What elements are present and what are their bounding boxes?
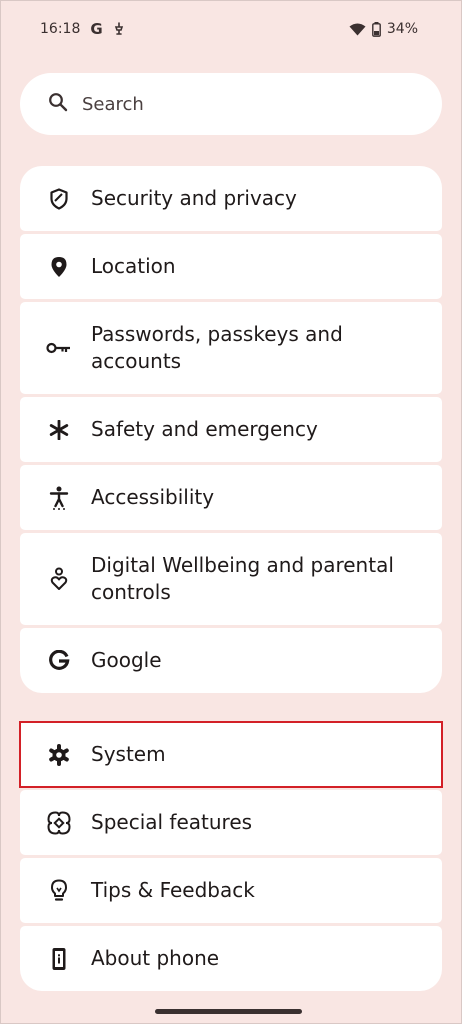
google-icon <box>46 648 72 674</box>
settings-item-label: Location <box>91 254 176 278</box>
settings-item-accessibility[interactable]: Accessibility <box>20 465 442 530</box>
settings-item-label: Google <box>91 648 162 672</box>
settings-item-label: Accessibility <box>91 485 215 509</box>
settings-item-tips-feedback[interactable]: Tips & Feedback <box>20 858 442 923</box>
settings-item-system[interactable]: System <box>19 721 443 788</box>
location-pin-icon <box>46 254 72 280</box>
status-right: 34% <box>349 21 418 37</box>
settings-item-label: System <box>91 742 166 766</box>
wellbeing-icon <box>46 566 72 592</box>
lightbulb-icon <box>46 878 72 904</box>
settings-group-system: System Special features Tips & Feedback … <box>19 721 443 991</box>
battery-icon <box>371 21 381 37</box>
settings-item-label: Digital Wellbeing and parental controls <box>91 553 394 604</box>
settings-item-security-privacy[interactable]: Security and privacy <box>20 166 442 231</box>
asterisk-icon <box>46 417 72 443</box>
settings-item-label: Tips & Feedback <box>91 878 255 902</box>
settings-item-passwords-accounts[interactable]: Passwords, passkeys and accounts <box>20 302 442 394</box>
settings-item-special-features[interactable]: Special features <box>20 790 442 855</box>
phone-info-icon <box>46 946 72 972</box>
settings-item-label: Special features <box>91 810 253 834</box>
settings-item-label: Passwords, passkeys and accounts <box>91 322 343 373</box>
settings-item-digital-wellbeing[interactable]: Digital Wellbeing and parental controls <box>20 533 442 625</box>
key-icon <box>46 335 72 361</box>
settings-item-safety-emergency[interactable]: Safety and emergency <box>20 397 442 462</box>
special-features-icon <box>46 810 72 836</box>
search-placeholder: Search <box>82 93 144 115</box>
settings-item-location[interactable]: Location <box>20 234 442 299</box>
settings-item-label: Safety and emergency <box>91 417 318 441</box>
gear-icon <box>46 742 72 768</box>
accessibility-icon <box>46 485 72 511</box>
settings-item-label: About phone <box>91 946 220 970</box>
shield-icon <box>46 186 72 212</box>
search-bar[interactable]: Search <box>20 73 442 135</box>
google-icon: G <box>90 20 103 38</box>
wifi-icon <box>349 23 366 36</box>
battery-percent: 34% <box>386 21 418 37</box>
notification-icon <box>113 22 125 36</box>
status-left: 16:18 G <box>40 20 125 38</box>
settings-item-about-phone[interactable]: About phone <box>20 926 442 991</box>
settings-item-google[interactable]: Google <box>20 628 442 693</box>
settings-group-main: Security and privacy Location Passwords,… <box>20 166 442 693</box>
search-icon <box>48 92 68 116</box>
home-indicator[interactable] <box>155 1009 302 1014</box>
status-time: 16:18 <box>40 21 81 37</box>
settings-item-label: Security and privacy <box>91 186 297 210</box>
status-bar: 16:18 G 34% <box>40 18 418 40</box>
